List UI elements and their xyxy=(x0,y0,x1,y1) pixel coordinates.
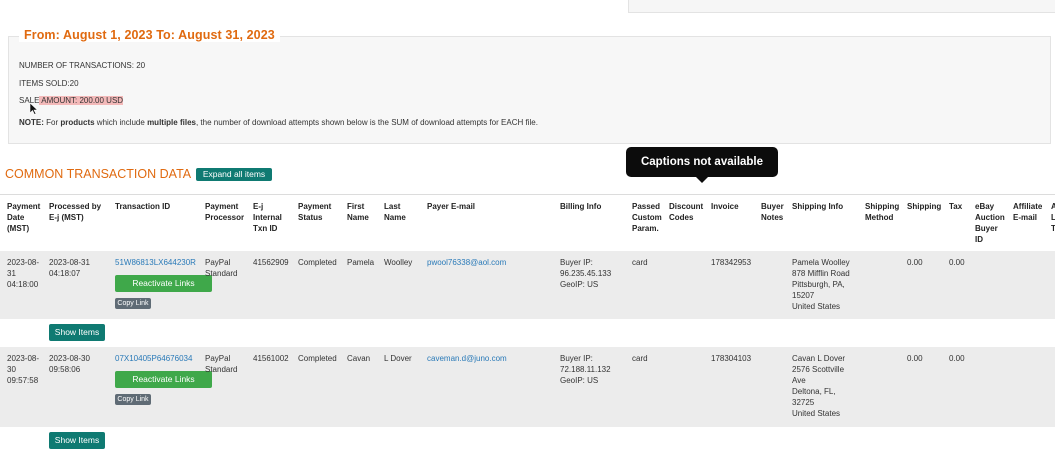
first-name: Cavan xyxy=(347,354,371,363)
processed-date: 2023-08-30 09:58:06 xyxy=(49,354,90,374)
invoice-number: 178304103 xyxy=(711,354,752,363)
transaction-id-link[interactable]: 51W86813LX644230R xyxy=(115,257,196,268)
header-shipping-method[interactable]: Shipping Method xyxy=(865,201,899,223)
transactions-count: NUMBER OF TRANSACTIONS: 20 xyxy=(19,61,146,70)
header-processed-by[interactable]: Processed by E-j (MST) xyxy=(49,201,101,223)
header-shipping-info[interactable]: Shipping Info xyxy=(792,201,843,212)
shipping-amount: 0.00 xyxy=(907,258,923,267)
reactivate-links-button[interactable]: Reactivate Links xyxy=(115,275,212,292)
tooltip-arrow xyxy=(696,177,708,183)
payment-date: 2023-08- 31 04:18:00 xyxy=(7,258,40,289)
tax-amount: 0.00 xyxy=(949,258,965,267)
shipping-info: Pamela Woolley 878 Mifflin Road Pittsburgh… xyxy=(792,258,850,311)
copy-link-button[interactable]: Copy Link xyxy=(115,298,151,309)
items-sold: ITEMS SOLD:20 xyxy=(19,79,79,88)
date-range-title: From: August 1, 2023 To: August 31, 2023 xyxy=(19,28,280,42)
processed-date: 2023-08-31 04:18:07 xyxy=(49,258,90,278)
header-shipping[interactable]: Shipping xyxy=(907,201,941,212)
billing-info: Buyer IP: 72.188.11.132 GeoIP: US xyxy=(560,354,611,385)
payment-processor: PayPal Standard xyxy=(205,258,238,278)
header-payment-processor[interactable]: Payment Processor xyxy=(205,201,244,223)
header-buyer-notes[interactable]: Buyer Notes xyxy=(761,201,784,223)
header-payment-date[interactable]: Payment Date (MST) xyxy=(7,201,40,234)
header-transaction-id[interactable]: Transaction ID xyxy=(115,201,170,212)
section-title: COMMON TRANSACTION DATA xyxy=(5,167,192,181)
custom-param: card xyxy=(632,258,648,267)
header-billing-info[interactable]: Billing Info xyxy=(560,201,601,212)
header-payment-status[interactable]: Payment Status xyxy=(298,201,331,223)
copy-link-button[interactable]: Copy Link xyxy=(115,394,151,405)
captions-tooltip: Captions not available xyxy=(626,147,778,177)
header-invoice[interactable]: Invoice xyxy=(711,201,739,212)
payment-status: Completed xyxy=(298,354,337,363)
download-note: NOTE: For products which include multipl… xyxy=(19,118,538,127)
note-bold-multiple-files: multiple files xyxy=(147,118,196,127)
header-affiliate-email[interactable]: Affiliate E-mail xyxy=(1013,201,1042,223)
note-text: which include xyxy=(94,118,148,127)
internal-txn-id: 41562909 xyxy=(253,258,289,267)
header-discount-codes[interactable]: Discount Codes xyxy=(669,201,703,223)
last-name: Woolley xyxy=(384,258,413,267)
table-header: Payment Date (MST) Processed by E-j (MST) T… xyxy=(0,194,1055,252)
note-bold-products: products xyxy=(60,118,95,127)
payment-processor: PayPal Standard xyxy=(205,354,238,374)
last-name: L Dover xyxy=(384,354,412,363)
sale-amount-highlight: AMOUNT: 200.00 USD xyxy=(39,96,124,105)
payer-email-link[interactable]: pwool76338@aol.com xyxy=(427,257,506,268)
expand-all-button[interactable]: Expand all items xyxy=(196,168,272,181)
header-last-name[interactable]: Last Name xyxy=(384,201,406,223)
transaction-id-link[interactable]: 07X10405P64676034 xyxy=(115,353,192,364)
note-label: NOTE: xyxy=(19,118,44,127)
tax-amount: 0.00 xyxy=(949,354,965,363)
header-payer-email[interactable]: Payer E-mail xyxy=(427,201,475,212)
invoice-number: 178342953 xyxy=(711,258,752,267)
payment-status: Completed xyxy=(298,258,337,267)
header-truncated[interactable]: ALT xyxy=(1051,201,1055,234)
mouse-cursor-icon xyxy=(30,103,38,115)
reactivate-links-button[interactable]: Reactivate Links xyxy=(115,371,212,388)
header-first-name[interactable]: First Name xyxy=(347,201,369,223)
show-items-button[interactable]: Show Items xyxy=(49,324,105,341)
first-name: Pamela xyxy=(347,258,375,267)
shipping-amount: 0.00 xyxy=(907,354,923,363)
note-text: , the number of download attempts shown … xyxy=(195,118,538,127)
billing-info: Buyer IP: 96.235.45.133 GeoIP: US xyxy=(560,258,612,289)
header-tax[interactable]: Tax xyxy=(949,201,962,212)
payment-date: 2023-08- 30 09:57:58 xyxy=(7,354,40,385)
internal-txn-id: 41561002 xyxy=(253,354,289,363)
date-range-summary: From: August 1, 2023 To: August 31, 2023… xyxy=(8,28,1051,144)
shipping-info: Cavan L Dover 2576 Scottville Ave Deltona, … xyxy=(792,354,846,418)
payer-email-link[interactable]: caveman.d@juno.com xyxy=(427,353,507,364)
custom-param: card xyxy=(632,354,648,363)
header-internal-txn-id[interactable]: E-j Internal Txn ID xyxy=(253,201,282,234)
note-text: For xyxy=(43,118,61,127)
header-ebay-auction-buyer-id[interactable]: eBay Auction Buyer ID xyxy=(975,201,1005,245)
top-panel xyxy=(628,0,1055,13)
header-passed-custom-param[interactable]: Passed Custom Param. xyxy=(632,201,662,234)
